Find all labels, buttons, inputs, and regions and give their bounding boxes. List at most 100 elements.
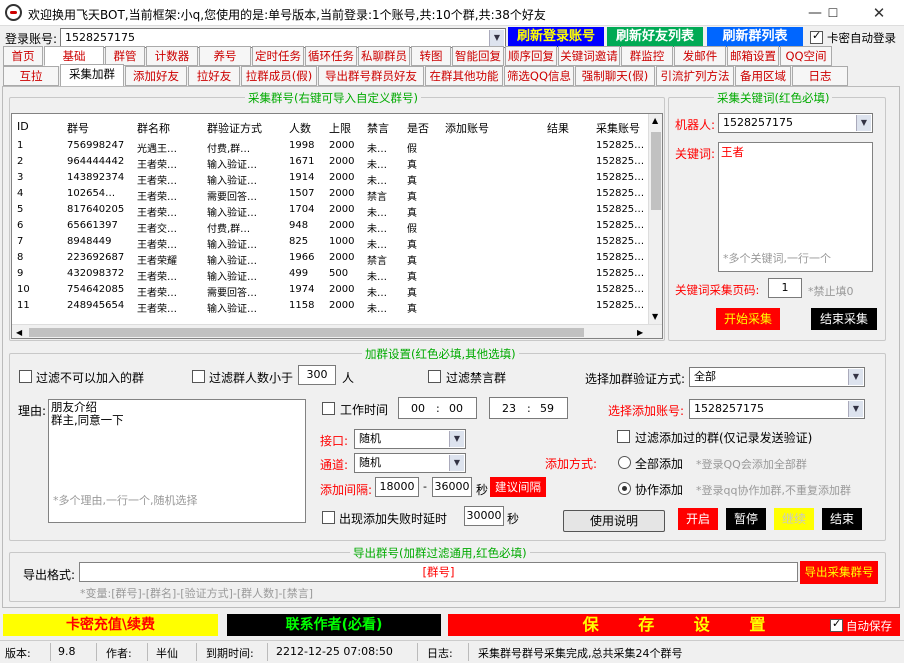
scroll-down-icon[interactable]: ▼: [652, 312, 658, 321]
scroll-left-icon[interactable]: ◀: [16, 328, 22, 337]
vscroll-thumb[interactable]: [651, 132, 661, 210]
page-input[interactable]: 1: [768, 278, 802, 298]
table-row[interactable]: 1 756998247 光遇王… 付费,群… 1998 2000 未… 假 152825…: [12, 139, 648, 155]
table-row[interactable]: 11 248945654 王者荣… 输入验证… 1158 2000 未… 真 152825…: [12, 299, 648, 315]
tab-row2-item[interactable]: 拉好友: [188, 66, 240, 86]
worktime-end-input[interactable]: 23 : 59: [489, 397, 568, 419]
tab-row1-item[interactable]: 循环任务: [305, 46, 357, 66]
start-collect-button[interactable]: 开始采集: [716, 308, 780, 330]
interval-to-input[interactable]: 36000: [432, 477, 472, 497]
recharge-button[interactable]: 卡密充值\续费: [3, 614, 218, 636]
resume-button[interactable]: 继续: [774, 508, 814, 530]
tab-row2-item[interactable]: 强制聊天(假): [575, 66, 655, 86]
interval-from-input[interactable]: 18000: [375, 477, 419, 497]
mode-coop-radio[interactable]: [618, 482, 631, 495]
tab-row2-item[interactable]: 筛选QQ信息: [504, 66, 574, 86]
end-button[interactable]: 结束: [822, 508, 862, 530]
tab-row1-item[interactable]: 顺序回复: [505, 46, 557, 66]
tab-row1-item[interactable]: 群管: [105, 46, 145, 66]
table-row[interactable]: 8 223692687 王者荣耀 输入验证… 1966 2000 禁言 真 152825…: [12, 251, 648, 267]
tab-row2-item[interactable]: 互拉: [3, 66, 59, 86]
export-button[interactable]: 导出采集群号: [800, 561, 878, 584]
worktime-checkbox[interactable]: [322, 402, 335, 415]
tab-row1-item[interactable]: 群监控: [621, 46, 673, 66]
table-hscrollbar[interactable]: ◀ ▶: [12, 324, 662, 338]
table-row[interactable]: 6 65661397 王者交… 付费,群… 948 2000 未… 假 152825…: [12, 219, 648, 235]
tab-row2-item[interactable]: 引流扩列方法: [656, 66, 734, 86]
verify-select[interactable]: 全部 ▼: [689, 367, 865, 387]
worktime-start-input[interactable]: 00 : 00: [398, 397, 477, 419]
tab-row1-item[interactable]: QQ空间: [780, 46, 832, 66]
channel-select[interactable]: 随机 ▼: [354, 453, 466, 473]
start-button[interactable]: 开启: [678, 508, 718, 530]
keyword-textarea[interactable]: 王者 *多个关键词,一行一个: [718, 142, 873, 272]
table-header-cell[interactable]: 群名称: [137, 120, 170, 136]
fail-delay-input[interactable]: 30000: [464, 506, 504, 526]
tab-row1-item[interactable]: 计数器: [146, 46, 198, 66]
filter-mute-checkbox[interactable]: [428, 370, 441, 383]
login-account-select[interactable]: 1528257175 ▼: [60, 28, 506, 48]
table-header-cell[interactable]: 人数: [289, 120, 311, 136]
tab-row1-item[interactable]: 转图: [411, 46, 451, 66]
tab-row1-item[interactable]: 私聊群员: [358, 46, 410, 66]
tab-row2-item[interactable]: 日志: [792, 66, 848, 86]
refresh-login-button[interactable]: 刷新登录账号: [508, 27, 604, 47]
tab-row1-item[interactable]: 邮箱设置: [727, 46, 779, 66]
scroll-right-icon[interactable]: ▶: [637, 328, 643, 337]
fail-delay-checkbox[interactable]: [322, 511, 335, 524]
tab-row1-item[interactable]: 关键词邀请: [558, 46, 620, 66]
group-table[interactable]: ID 群号 群名称 群验证方式 人数 上限 禁言 是否 添加账号 结果 采集账号 1 75699824…: [11, 113, 663, 339]
table-header-cell[interactable]: 结果: [547, 120, 569, 136]
add-account-select[interactable]: 1528257175 ▼: [689, 399, 865, 419]
tab-row1-item[interactable]: 智能回复: [452, 46, 504, 66]
tab-row1-item[interactable]: 养号: [199, 46, 251, 66]
auto-save-checkbox[interactable]: [830, 617, 843, 632]
contact-author-button[interactable]: 联系作者(必看): [227, 614, 441, 636]
refresh-friends-button[interactable]: 刷新好友列表: [607, 27, 703, 47]
table-header-cell[interactable]: 是否: [407, 120, 429, 136]
tab-row2-item[interactable]: 在群其他功能: [425, 66, 503, 86]
reason-textarea[interactable]: 朋友介绍 群主,同意一下 *多个理由,一行一个,随机选择: [48, 399, 306, 523]
filter-added-checkbox[interactable]: [617, 430, 630, 443]
pause-button[interactable]: 暂停: [726, 508, 766, 530]
tab-row2-item[interactable]: 备用区域: [735, 66, 791, 86]
table-row[interactable]: 3 143892374 王者荣… 输入验证… 1914 2000 未… 真 152825…: [12, 171, 648, 187]
hscroll-thumb[interactable]: [29, 328, 584, 337]
table-header-cell[interactable]: 采集账号: [596, 120, 640, 136]
tab-row1-item[interactable]: 基础: [44, 46, 104, 66]
min-members-input[interactable]: 300: [298, 365, 336, 385]
table-header-cell[interactable]: ID: [17, 120, 29, 133]
tab-row2-item[interactable]: 采集加群: [60, 64, 124, 87]
table-header-cell[interactable]: 添加账号: [445, 120, 489, 136]
filter-less-checkbox[interactable]: [192, 370, 205, 383]
port-select[interactable]: 随机 ▼: [354, 429, 466, 449]
filter-cant-checkbox[interactable]: [19, 370, 32, 383]
suggest-interval-button[interactable]: 建议间隔: [490, 477, 546, 497]
tab-row1-item[interactable]: 首页: [3, 46, 43, 66]
robot-select[interactable]: 1528257175 ▼: [718, 113, 873, 133]
table-row[interactable]: 2 964444442 王者荣… 输入验证… 1671 2000 未… 真 152825…: [12, 155, 648, 171]
tab-row2-item[interactable]: 拉群成员(假): [241, 66, 317, 86]
table-vscrollbar[interactable]: ▲ ▼: [648, 114, 662, 324]
table-header-cell[interactable]: 上限: [329, 120, 351, 136]
refresh-groups-button[interactable]: 刷新群列表: [707, 27, 803, 47]
tab-row2-item[interactable]: 添加好友: [125, 66, 187, 86]
manual-button[interactable]: 使用说明: [563, 510, 665, 532]
end-collect-button[interactable]: 结束采集: [811, 308, 877, 330]
table-row[interactable]: 9 432098372 王者荣… 输入验证… 499 500 未… 真 152825…: [12, 267, 648, 283]
tab-row2-item[interactable]: 导出群号群员好友: [318, 66, 424, 86]
table-row[interactable]: 5 817640205 王者荣… 输入验证… 1704 2000 未… 真 152825…: [12, 203, 648, 219]
auto-login-checkbox[interactable]: [810, 29, 823, 44]
table-row[interactable]: 4 102654… 王者荣… 需要回答… 1507 2000 禁言 真 152825…: [12, 187, 648, 203]
table-row[interactable]: 10 754642085 王者荣… 需要回答… 1974 2000 未… 真 152825…: [12, 283, 648, 299]
table-header-cell[interactable]: 群号: [67, 120, 89, 136]
maximize-icon[interactable]: ☐: [818, 3, 848, 23]
table-header-cell[interactable]: 禁言: [367, 120, 389, 136]
close-icon[interactable]: ✕: [864, 3, 894, 23]
scroll-up-icon[interactable]: ▲: [652, 116, 658, 125]
tab-row1-item[interactable]: 发邮件: [674, 46, 726, 66]
tab-row1-item[interactable]: 定时任务: [252, 46, 304, 66]
mode-all-radio[interactable]: [618, 456, 631, 469]
table-row[interactable]: 7 8948449 王者荣… 输入验证… 825 1000 未… 真 152825…: [12, 235, 648, 251]
export-format-input[interactable]: [群号]: [79, 562, 798, 582]
